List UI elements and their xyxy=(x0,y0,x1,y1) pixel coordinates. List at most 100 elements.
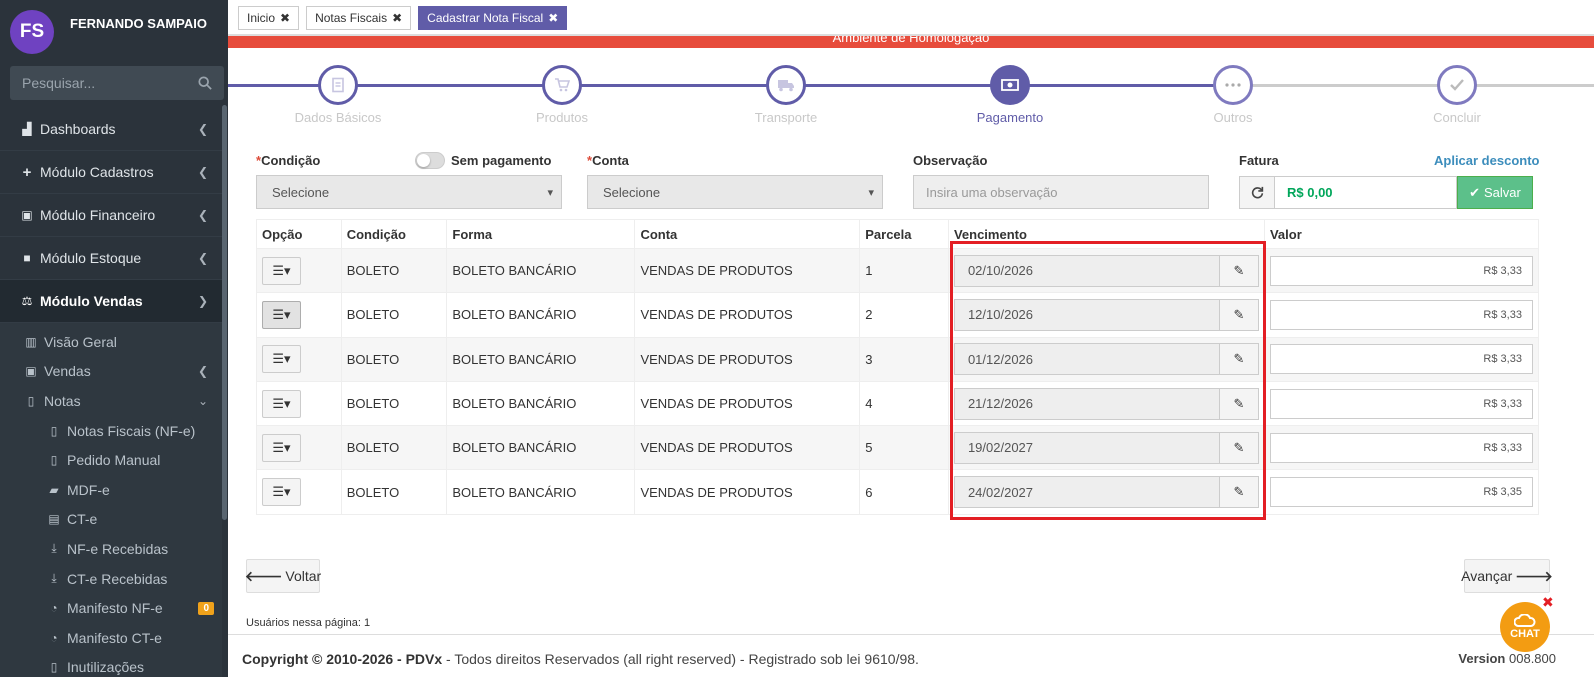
version-label: Version xyxy=(1458,651,1506,666)
sem-pagamento-toggle[interactable] xyxy=(415,152,445,169)
edit-date-button[interactable]: ✎ xyxy=(1219,254,1259,287)
step-pagamento[interactable]: Pagamento xyxy=(930,65,1090,125)
close-icon[interactable]: ✖ xyxy=(280,11,290,25)
col-opcao: Opção xyxy=(256,219,342,249)
list-dropdown-icon: ☰▾ xyxy=(272,351,291,367)
valor-input[interactable]: R$ 3,33 xyxy=(1269,432,1533,463)
observacao-input[interactable]: Insira uma observação xyxy=(913,175,1209,209)
edit-date-button[interactable]: ✎ xyxy=(1219,476,1259,509)
sidebar-menu: ▟ Dashboards ❮ + Módulo Cadastros ❮ ▣ Módul… xyxy=(0,108,222,677)
sidebar-item-manifesto-nfe[interactable]: ◔ Manifesto NF-e 0 xyxy=(0,593,222,623)
step-dados-basicos[interactable]: Dados Básicos xyxy=(258,65,418,125)
close-icon[interactable]: ✖ xyxy=(392,11,402,25)
row-options-button[interactable]: ☰▾ xyxy=(262,433,301,462)
step-concluir[interactable]: Concluir xyxy=(1377,65,1537,125)
avatar[interactable]: FS xyxy=(10,10,54,54)
edit-date-button[interactable]: ✎ xyxy=(1219,431,1259,464)
sidebar-item-pedido-manual[interactable]: ▯ Pedido Manual xyxy=(0,445,222,475)
close-icon[interactable]: ✖ xyxy=(548,11,558,25)
sidebar-search[interactable]: Pesquisar... xyxy=(10,66,224,100)
sidebar-item-notas-fiscais[interactable]: ▯ Notas Fiscais (NF-e) xyxy=(0,416,222,446)
voltar-button[interactable]: 🡐 Voltar xyxy=(245,559,321,593)
sidebar-item-manifesto-cte[interactable]: ◔ Manifesto CT-e xyxy=(0,623,222,653)
sidebar-item-visao-geral[interactable]: ▥ Visão Geral xyxy=(0,327,222,357)
row-options-button[interactable]: ☰▾ xyxy=(262,256,301,285)
valor-input[interactable]: R$ 3,33 xyxy=(1269,255,1533,286)
row-options-button[interactable]: ☰▾ xyxy=(262,478,301,507)
valor-input[interactable]: R$ 3,33 xyxy=(1269,344,1533,375)
sidebar-item-nfe-recebidas[interactable]: ⤓ NF-e Recebidas xyxy=(0,534,222,564)
cell-conta: VENDAS DE PRODUTOS xyxy=(634,247,861,294)
tab-cadastrar-nota-fiscal[interactable]: Cadastrar Nota Fiscal ✖ xyxy=(418,6,568,30)
edit-date-button[interactable]: ✎ xyxy=(1219,387,1259,420)
sidebar-scrollbar[interactable] xyxy=(222,105,227,520)
avancar-button[interactable]: Avançar 🡒 xyxy=(1461,559,1553,593)
sidebar-item-notas[interactable]: ▯ Notas ⌄ xyxy=(0,386,222,416)
cell-condicao: BOLETO xyxy=(340,469,448,515)
tab-notas-fiscais[interactable]: Notas Fiscais ✖ xyxy=(306,6,412,30)
sidebar-item-cte[interactable]: ▤ CT-e xyxy=(0,505,222,535)
sidebar-item-financeiro[interactable]: ▣ Módulo Financeiro ❮ xyxy=(0,194,222,237)
sidebar-item-cadastros[interactable]: + Módulo Cadastros ❮ xyxy=(0,151,222,194)
close-icon[interactable]: ✖ xyxy=(1542,594,1554,611)
cell-parcela: 5 xyxy=(859,425,949,471)
edit-icon: ✎ xyxy=(1233,395,1245,411)
sidebar-item-vendas[interactable]: ⚖ Módulo Vendas ❯ xyxy=(0,280,222,323)
valor-input[interactable]: R$ 3,33 xyxy=(1269,388,1533,419)
cart-icon xyxy=(542,65,582,105)
row-options-button[interactable]: ☰▾ xyxy=(262,389,301,418)
download-icon: ⤓ xyxy=(51,541,57,556)
open-tabs: Inicio ✖ Notas Fiscais ✖ Cadastrar Nota Fi… xyxy=(238,6,568,30)
sidebar-item-mdfe[interactable]: ▰ MDF-e xyxy=(0,475,222,505)
row-options-button[interactable]: ☰▾ xyxy=(262,345,301,374)
col-parcela: Parcela xyxy=(859,219,949,249)
sidebar-item-cte-recebidas[interactable]: ⤓ CT-e Recebidas xyxy=(0,564,222,594)
vencimento-input[interactable]: 12/10/2026 xyxy=(953,298,1220,331)
table-row: ☰▾ BOLETO BOLETO BANCÁRIO VENDAS DE PROD… xyxy=(256,292,1540,338)
sidebar-item-label: Módulo Vendas xyxy=(40,293,143,309)
conta-select[interactable]: Selecione ▾ xyxy=(587,175,883,209)
refresh-button[interactable] xyxy=(1239,176,1275,209)
valor-input[interactable]: R$ 3,33 xyxy=(1269,299,1533,330)
col-forma: Forma xyxy=(446,219,636,249)
step-produtos[interactable]: Produtos xyxy=(482,65,642,125)
cell-forma: BOLETO BANCÁRIO xyxy=(446,247,636,294)
vencimento-input[interactable]: 24/02/2027 xyxy=(953,476,1220,509)
edit-date-button[interactable]: ✎ xyxy=(1219,343,1259,376)
vencimento-input[interactable]: 01/12/2026 xyxy=(953,343,1220,376)
condicao-select[interactable]: Selecione ▾ xyxy=(256,175,562,209)
step-transporte[interactable]: Transporte xyxy=(706,65,866,125)
cell-condicao: BOLETO xyxy=(340,425,448,471)
tab-inicio[interactable]: Inicio ✖ xyxy=(238,6,300,30)
sidebar-item-estoque[interactable]: ■ Módulo Estoque ❮ xyxy=(0,237,222,280)
edit-icon: ✎ xyxy=(1233,484,1245,500)
aplicar-desconto-link[interactable]: Aplicar desconto xyxy=(1434,153,1539,168)
balance-scale-icon: ⚖ xyxy=(21,294,33,308)
vencimento-input[interactable]: 02/10/2026 xyxy=(953,254,1220,287)
sidebar-item-vendas-sub[interactable]: ▣ Vendas ❮ xyxy=(0,357,222,387)
fatura-value: R$ 0,00 xyxy=(1275,176,1457,209)
sidebar-item-dashboards[interactable]: ▟ Dashboards ❮ xyxy=(0,108,222,151)
chevron-left-icon: ❮ xyxy=(197,165,208,179)
sidebar-item-label: Módulo Estoque xyxy=(40,250,142,266)
user-panel: FS FERNANDO SAMPAIO xyxy=(10,10,207,54)
step-outros[interactable]: Outros xyxy=(1153,65,1313,125)
sidebar-item-inutilizacoes[interactable]: ▯ Inutilizações xyxy=(0,653,222,677)
vencimento-input[interactable]: 19/02/2027 xyxy=(953,431,1220,464)
plus-icon: + xyxy=(22,163,32,181)
row-options-button[interactable]: ☰▾ xyxy=(262,300,301,329)
sidebar-item-label: Módulo Financeiro xyxy=(40,207,156,223)
condicao-selected-value: Selecione xyxy=(272,184,330,200)
search-icon[interactable] xyxy=(198,76,212,90)
vencimento-input[interactable]: 21/12/2026 xyxy=(953,387,1220,420)
valor-input[interactable]: R$ 3,35 xyxy=(1269,477,1533,508)
count-badge: 0 xyxy=(198,601,214,615)
edit-date-button[interactable]: ✎ xyxy=(1219,298,1259,331)
tab-label: Notas Fiscais xyxy=(315,11,388,25)
check-icon xyxy=(1437,65,1477,105)
salvar-button[interactable]: ✔ Salvar xyxy=(1457,176,1533,209)
cell-condicao: BOLETO xyxy=(340,380,448,427)
search-input[interactable]: Pesquisar... xyxy=(22,75,95,91)
tab-label: Cadastrar Nota Fiscal xyxy=(427,11,544,25)
bus-icon: ▤ xyxy=(48,512,60,527)
